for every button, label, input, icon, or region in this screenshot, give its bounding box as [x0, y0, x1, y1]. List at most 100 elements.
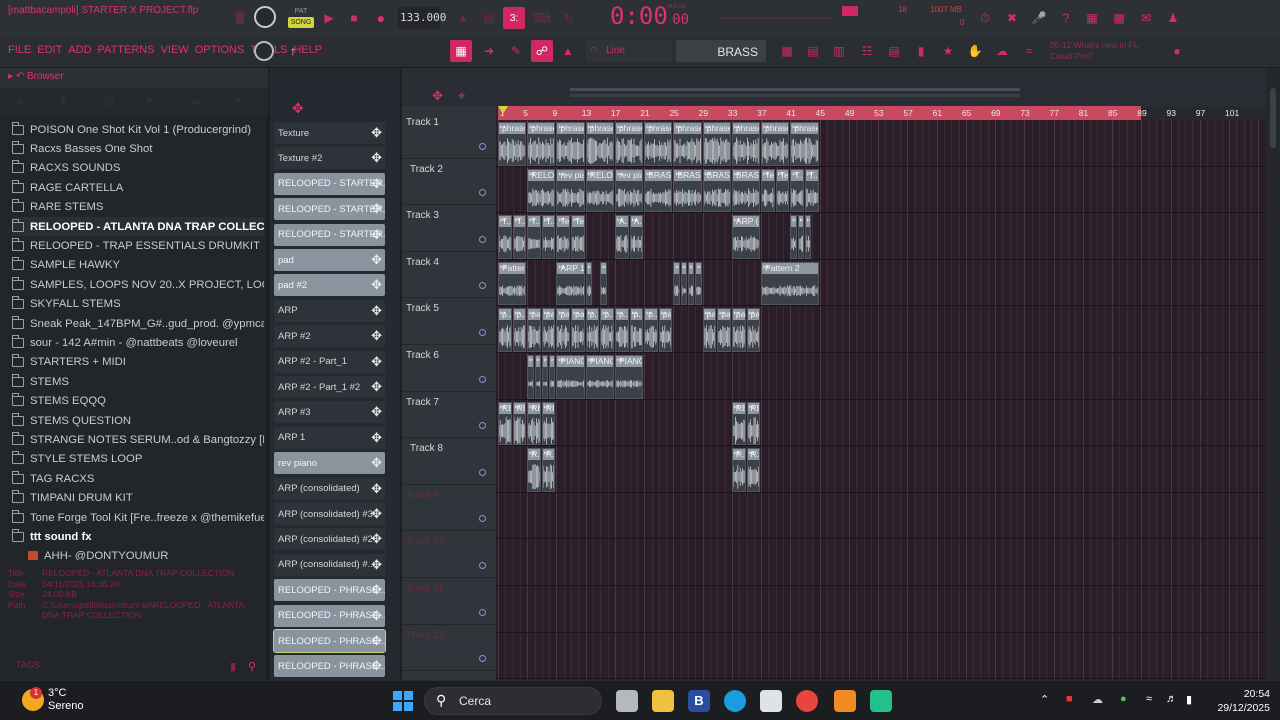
- picker-item[interactable]: ARP #2 - Part_1 ✥: [274, 350, 385, 373]
- tempo-display[interactable]: 133.000: [398, 7, 446, 29]
- playlist-clip[interactable]: phrase↦: [761, 122, 790, 166]
- clip-menu-icon[interactable]: ↦: [792, 216, 795, 224]
- browser-item[interactable]: Racxs Basses One Shot: [12, 139, 264, 158]
- playlist-clip[interactable]: Te..2↦: [761, 168, 775, 213]
- playlist-clip[interactable]: RE...↦: [527, 401, 541, 446]
- tray-cloud-icon[interactable]: ☁: [1092, 693, 1103, 706]
- clip-menu-icon[interactable]: ↦: [749, 449, 755, 457]
- step-seq-icon[interactable]: ▤: [802, 40, 824, 62]
- playlist-clip[interactable]: T...re↦: [498, 215, 512, 259]
- browser-item[interactable]: TAG RACXS: [12, 469, 264, 488]
- browser-star-icon[interactable]: ★: [234, 94, 244, 107]
- track-mute-icon[interactable]: [479, 375, 486, 383]
- track-header[interactable]: Track 5: [402, 298, 496, 345]
- playlist-clip[interactable]: R...2↦: [746, 448, 761, 492]
- playlist-clip[interactable]: RELOO...rt_1↦: [527, 168, 556, 213]
- track-header[interactable]: Track 7: [402, 392, 496, 439]
- mixer-icon[interactable]: ☷: [856, 40, 878, 62]
- clip-menu-icon[interactable]: ↦: [617, 216, 623, 224]
- clip-menu-icon[interactable]: ↦: [558, 123, 564, 131]
- clip-menu-icon[interactable]: ↦: [632, 216, 638, 224]
- playlist-clip[interactable]: RELOO...rt_1↦: [585, 168, 614, 213]
- clip-menu-icon[interactable]: ↦: [807, 170, 813, 178]
- track-header[interactable]: Track 3: [402, 205, 496, 252]
- playlist-clip[interactable]: Te...↦: [775, 168, 790, 213]
- master-volume-knob[interactable]: [254, 6, 276, 28]
- clip-menu-icon[interactable]: ↦: [588, 309, 594, 317]
- clip-menu-icon[interactable]: ↦: [573, 216, 579, 224]
- clip-menu-icon[interactable]: ↦: [705, 170, 711, 178]
- playlist-clip[interactable]: RE...↦: [498, 401, 512, 446]
- cloud-icon[interactable]: ☁: [991, 40, 1013, 62]
- drag-handle-icon[interactable]: ✥: [371, 355, 382, 368]
- loop-record-icon[interactable]: ↻: [558, 7, 580, 29]
- playlist-overview[interactable]: [570, 94, 1020, 97]
- clip-menu-icon[interactable]: ↦: [646, 123, 652, 131]
- playlist-hscroll[interactable]: [570, 88, 1020, 91]
- playlist-clip[interactable]: BRASS #2↦: [702, 168, 731, 213]
- clip-menu-icon[interactable]: ↦: [515, 403, 521, 411]
- drag-handle-icon[interactable]: ✥: [371, 609, 382, 622]
- browser-item[interactable]: ttt sound fx: [12, 527, 264, 546]
- picker-item[interactable]: RELOOPED - PHRASE... ✥: [274, 579, 385, 602]
- track-lane[interactable]: [496, 400, 1266, 447]
- browser-item[interactable]: STRANGE NOTES SERUM..od & Bangtozzy [FRE…: [12, 430, 264, 449]
- clip-menu-icon[interactable]: ↦: [515, 309, 521, 317]
- track-mute-icon[interactable]: [479, 515, 486, 523]
- browser-item[interactable]: STARTERS + MIDI: [12, 353, 264, 372]
- track-header[interactable]: Track 11: [402, 578, 496, 625]
- browser-files-icon[interactable]: ▮: [60, 94, 66, 107]
- drag-handle-icon[interactable]: ✥: [371, 329, 382, 342]
- browser-item[interactable]: POISON One Shot Kit Vol 1 (Producergrind…: [12, 120, 264, 139]
- clip-menu-icon[interactable]: ↦: [529, 356, 532, 364]
- clip-menu-icon[interactable]: ↦: [544, 403, 550, 411]
- playlist-clip[interactable]: R...2↦: [541, 448, 556, 492]
- taskbar-clock[interactable]: 20:54 29/12/2025: [1217, 687, 1270, 715]
- playlist-clip[interactable]: phrase↦: [614, 122, 644, 166]
- metronome-icon[interactable]: ▲: [452, 7, 474, 29]
- playlist-clip[interactable]: p...2↦: [600, 308, 614, 352]
- tags-label[interactable]: TAGS: [16, 660, 40, 670]
- track-mute-icon[interactable]: [479, 282, 486, 290]
- clip-menu-icon[interactable]: ↦: [749, 309, 755, 317]
- wave-icon[interactable]: ≈: [1018, 40, 1040, 62]
- track-header[interactable]: Track 2: [402, 159, 496, 206]
- task-view-icon[interactable]: [616, 690, 638, 712]
- track-mute-icon[interactable]: [479, 468, 486, 476]
- clip-menu-icon[interactable]: ↦: [617, 170, 623, 178]
- browser-item[interactable]: SAMPLES, LOOPS NOV 20..X PROJECT, LOOP P…: [12, 275, 264, 294]
- playlist-clip[interactable]: ↦: [549, 355, 556, 399]
- chrome-icon[interactable]: [796, 690, 818, 712]
- playlist-clip[interactable]: R...2↦: [527, 448, 541, 492]
- clip-menu-icon[interactable]: ↦: [807, 216, 810, 224]
- track-header[interactable]: Track 1: [402, 112, 496, 159]
- track-lane[interactable]: [496, 586, 1266, 633]
- picker-item[interactable]: Texture ✥: [274, 122, 385, 144]
- browser-item[interactable]: SAMPLE HAWKY: [12, 256, 264, 275]
- time-display[interactable]: 0:00 00 M:S:CS: [610, 2, 700, 34]
- browser-back-icon[interactable]: ↶: [16, 71, 24, 82]
- playlist-clip[interactable]: RE...↦: [541, 401, 556, 446]
- drag-handle-icon[interactable]: ✥: [371, 278, 382, 291]
- playlist-clip[interactable]: A...2↦: [629, 215, 644, 259]
- browser-item[interactable]: STEMS: [12, 372, 264, 391]
- clip-menu-icon[interactable]: ↦: [646, 170, 652, 178]
- clip-menu-icon[interactable]: ↦: [544, 356, 547, 364]
- playlist-clip[interactable]: PIANO↦: [614, 355, 644, 399]
- drag-handle-icon[interactable]: ✥: [371, 126, 382, 139]
- user-icon[interactable]: ♟: [1162, 7, 1184, 29]
- picker-item[interactable]: pad ✥: [274, 249, 385, 271]
- playlist-clip[interactable]: A...2↦: [614, 215, 629, 259]
- clip-menu-icon[interactable]: ↦: [705, 123, 711, 131]
- picker-item[interactable]: RELOOPED - STARTER... ✥: [274, 172, 385, 195]
- picker-item[interactable]: ARP #2 - Part_1 #2 ✥: [274, 376, 385, 398]
- clip-menu-icon[interactable]: ↦: [529, 449, 535, 457]
- browser-menu-icon[interactable]: ▸: [8, 71, 13, 82]
- playlist-clip[interactable]: phrase↦: [527, 122, 556, 166]
- track-header[interactable]: Track 9: [402, 485, 496, 532]
- playlist-clip[interactable]: pad↦: [702, 308, 717, 352]
- track-lane[interactable]: [496, 539, 1266, 586]
- playlist-clip[interactable]: T...re↦: [512, 215, 527, 259]
- playlist-target-icon[interactable]: ⌖: [458, 88, 465, 104]
- drag-handle-icon[interactable]: ✥: [371, 202, 382, 215]
